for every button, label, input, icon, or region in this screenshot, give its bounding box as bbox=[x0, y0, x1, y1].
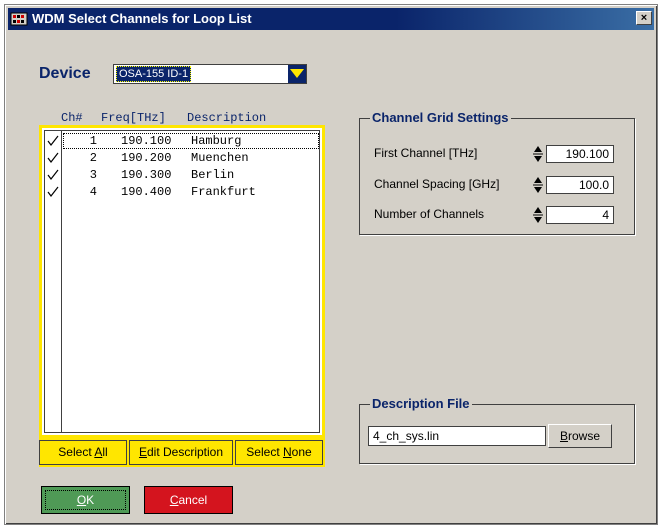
channel-grid-settings-legend: Channel Grid Settings bbox=[370, 110, 511, 125]
edit-description-hotkey: E bbox=[138, 445, 147, 459]
edit-description-button[interactable]: Edit Description bbox=[129, 440, 233, 465]
dialog-window: WDM Select Channels for Loop List × Devi… bbox=[4, 4, 658, 525]
description-file-group: Description File 4_ch_sys.lin Browse bbox=[359, 396, 635, 464]
checkmark-icon[interactable] bbox=[47, 186, 59, 198]
channel-number: 3 bbox=[89, 168, 97, 182]
column-header-freq: Freq[THz] bbox=[101, 111, 166, 125]
title-bar[interactable]: WDM Select Channels for Loop List × bbox=[8, 8, 654, 30]
list-button-bar: Select All Edit Description Select None bbox=[39, 438, 325, 467]
channel-description: Hamburg bbox=[191, 134, 242, 148]
cancel-label: ancel bbox=[178, 493, 208, 507]
channel-spacing-input[interactable]: 100.0 bbox=[546, 176, 614, 194]
description-file-input[interactable]: 4_ch_sys.lin bbox=[368, 426, 546, 446]
channel-row[interactable]: 1 190.100 Hamburg bbox=[45, 133, 319, 149]
browse-hotkey: B bbox=[559, 429, 568, 443]
select-none-button[interactable]: Select None bbox=[235, 440, 323, 465]
select-none-hotkey: N bbox=[282, 445, 292, 459]
chevron-down-icon bbox=[290, 69, 304, 78]
first-channel-label: First Channel [THz] bbox=[374, 146, 478, 160]
column-header-ch: Ch# bbox=[61, 111, 83, 125]
channel-frequency: 190.200 bbox=[121, 151, 172, 165]
channel-frequency: 190.400 bbox=[121, 185, 172, 199]
number-of-channels-input[interactable]: 4 bbox=[546, 206, 614, 224]
browse-label: rowse bbox=[568, 429, 601, 443]
close-button[interactable]: × bbox=[636, 11, 652, 25]
channel-description: Muenchen bbox=[191, 151, 249, 165]
close-icon: × bbox=[640, 12, 648, 24]
channel-description: Frankfurt bbox=[191, 185, 256, 199]
channel-row[interactable]: 3 190.300 Berlin bbox=[45, 167, 319, 183]
channel-row[interactable]: 2 190.200 Muenchen bbox=[45, 150, 319, 166]
channel-number: 4 bbox=[89, 185, 97, 199]
window-title: WDM Select Channels for Loop List bbox=[32, 11, 252, 26]
channel-listbox[interactable]: 1 190.100 Hamburg 2 190.200 Muenchen 3 1… bbox=[39, 125, 325, 438]
cancel-button[interactable]: Cancel bbox=[144, 486, 233, 514]
ok-focus-rect bbox=[45, 490, 126, 510]
device-selected-value: OSA-155 ID-1 bbox=[116, 66, 192, 82]
dropdown-arrow-button[interactable] bbox=[288, 65, 306, 83]
channel-frequency: 190.100 bbox=[121, 134, 172, 148]
device-dropdown[interactable]: OSA-155 ID-1 bbox=[113, 64, 307, 84]
description-file-legend: Description File bbox=[370, 396, 472, 411]
channel-description: Berlin bbox=[191, 168, 235, 182]
column-header-description: Description bbox=[187, 111, 267, 125]
checkmark-icon[interactable] bbox=[47, 152, 59, 164]
select-all-label-rest: ll bbox=[102, 445, 108, 459]
select-none-label-rest: one bbox=[291, 445, 312, 459]
first-channel-input[interactable]: 190.100 bbox=[546, 145, 614, 163]
browse-button[interactable]: Browse bbox=[548, 424, 612, 448]
select-all-button[interactable]: Select All bbox=[39, 440, 127, 465]
device-label: Device bbox=[39, 65, 91, 82]
first-channel-spinner-icon[interactable] bbox=[533, 145, 543, 163]
channel-grid-settings-group: Channel Grid Settings First Channel [THz… bbox=[359, 110, 635, 235]
checkmark-icon[interactable] bbox=[47, 135, 59, 147]
select-none-label: Select bbox=[246, 445, 283, 459]
channel-number: 2 bbox=[89, 151, 97, 165]
channel-number: 1 bbox=[89, 134, 97, 148]
checkmark-icon[interactable] bbox=[47, 169, 59, 181]
number-of-channels-label: Number of Channels bbox=[374, 207, 485, 221]
channel-spacing-spinner-icon[interactable] bbox=[533, 176, 543, 194]
ok-button[interactable]: OK bbox=[41, 486, 130, 514]
number-of-channels-spinner-icon[interactable] bbox=[533, 206, 543, 224]
channel-frequency: 190.300 bbox=[121, 168, 172, 182]
edit-description-label: dit Description bbox=[146, 445, 224, 459]
channel-row[interactable]: 4 190.400 Frankfurt bbox=[45, 184, 319, 200]
select-all-label: Select bbox=[58, 445, 95, 459]
channel-spacing-label: Channel Spacing [GHz] bbox=[374, 177, 500, 191]
app-icon bbox=[10, 12, 28, 26]
